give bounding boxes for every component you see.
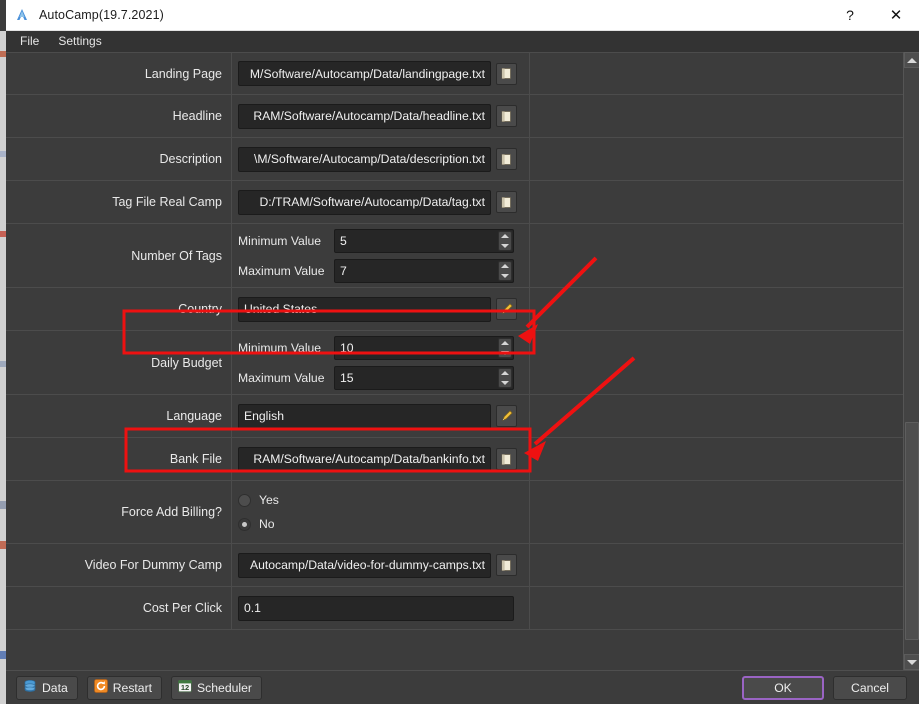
annotation-overlay [122, 256, 636, 473]
annotation-arrow-country-line [525, 256, 598, 329]
annotation-box-language [124, 427, 532, 473]
annotation-arrow-language-line [533, 356, 636, 446]
autocamp-window: AutoCamp(19.7.2021) ? ✕ File Settings La… [0, 0, 919, 704]
annotation-box-country [122, 309, 536, 355]
